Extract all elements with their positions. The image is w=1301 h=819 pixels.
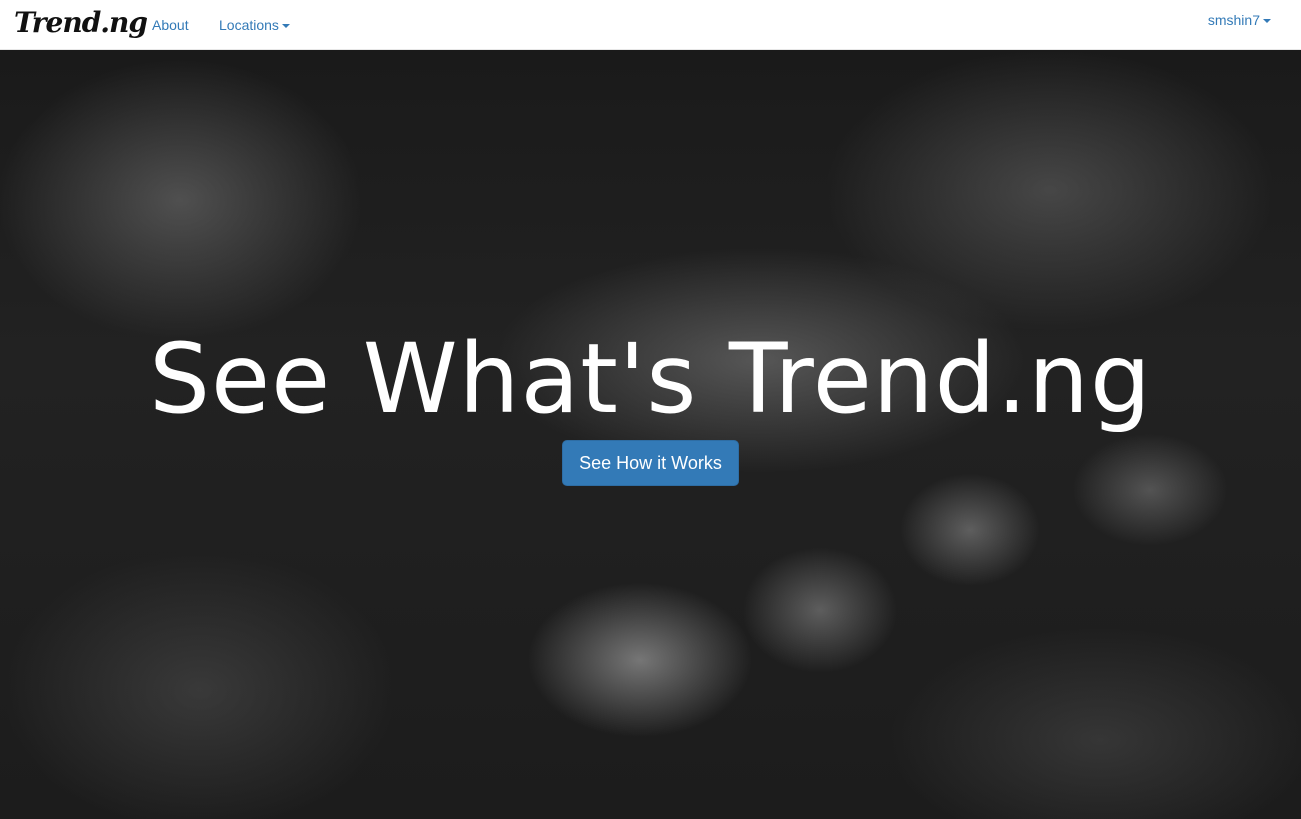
user-menu-dropdown[interactable]: smshin7: [1208, 0, 1271, 40]
user-menu-label: smshin7: [1207, 12, 1260, 28]
nav-locations-dropdown[interactable]: Locations: [219, 0, 290, 50]
see-how-it-works-button[interactable]: See How it Works: [562, 440, 739, 486]
chevron-down-icon: [281, 24, 290, 29]
brand-logo[interactable]: Trend.ng: [14, 5, 148, 41]
nav-about-link[interactable]: About: [152, 0, 189, 50]
top-navbar: Trend.ng About Locations smshin7: [0, 0, 1301, 50]
nav-about-label: About: [152, 17, 189, 33]
nav-locations-label: Locations: [219, 17, 279, 33]
chevron-down-icon: [1263, 19, 1271, 24]
hero-title: See What's Trend.ng: [149, 323, 1152, 435]
hero-section: See What's Trend.ng See How it Works: [0, 50, 1301, 819]
